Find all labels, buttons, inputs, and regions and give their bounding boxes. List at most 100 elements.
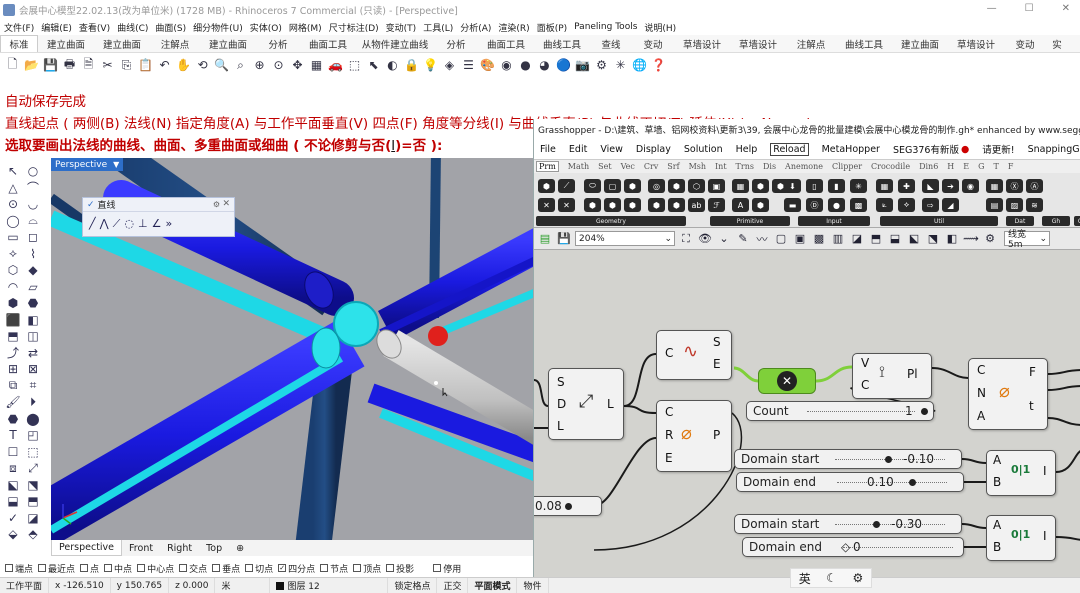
gh-component-icon[interactable]: ✳ bbox=[850, 179, 867, 193]
gh-component-icon[interactable]: ⬢ bbox=[538, 179, 555, 193]
minimize-button[interactable]: — bbox=[987, 3, 997, 14]
preview-selected-icon[interactable]: ▩ bbox=[811, 231, 827, 247]
gh-cap-component[interactable]: C N A ⌀ F t bbox=[968, 358, 1048, 430]
line-tangent-icon[interactable]: ◌ bbox=[124, 217, 134, 231]
rhino-menu-item[interactable]: 分析(A) bbox=[460, 21, 491, 34]
gh-component-icon[interactable]: ▦ bbox=[732, 179, 749, 193]
osnap-item[interactable]: 顶点 bbox=[353, 562, 381, 575]
osnap-checkbox[interactable] bbox=[212, 564, 221, 572]
gh-canvas[interactable]: S D L ⤢ L C ∿ S E ✕ V C ⟟ Pl Count 1 C R… bbox=[534, 250, 1080, 577]
rectangle-icon[interactable]: ▭ bbox=[4, 228, 22, 246]
rhino-menu-item[interactable]: 面板(P) bbox=[537, 21, 567, 34]
rhino-tab[interactable]: 建立曲面 bbox=[38, 35, 94, 52]
array-icon[interactable]: ⊞ bbox=[4, 360, 22, 378]
port-s-out[interactable]: S bbox=[713, 335, 721, 349]
osnap-checkbox[interactable] bbox=[433, 564, 442, 572]
gh-component-icon[interactable]: ▬ bbox=[784, 198, 801, 212]
gh-component-icon[interactable]: ⟋ bbox=[558, 179, 575, 193]
play-icon[interactable]: ⏵ bbox=[24, 393, 42, 411]
gh-category-tab[interactable]: Srf bbox=[667, 162, 679, 171]
tab-top[interactable]: Top bbox=[199, 540, 229, 556]
tab-perspective[interactable]: Perspective bbox=[51, 540, 123, 556]
osnap-checkbox[interactable] bbox=[353, 564, 362, 572]
move-icon[interactable]: ✥ bbox=[289, 57, 306, 74]
arc-3pt-icon[interactable]: ⌓ bbox=[24, 212, 42, 230]
gh-save-icon[interactable]: 💾 bbox=[556, 231, 572, 247]
panel-close-icon[interactable]: ✕ bbox=[222, 199, 230, 209]
gh-ribbon-group-label[interactable]: Dat bbox=[1006, 216, 1034, 226]
status-ortho[interactable]: 正交 bbox=[437, 577, 469, 593]
gh-component-icon[interactable]: ⬇ bbox=[784, 179, 801, 193]
port-t-out[interactable]: t bbox=[1029, 399, 1034, 413]
rhino-menu-item[interactable]: 尺寸标注(D) bbox=[329, 21, 379, 34]
gh-menu-seg[interactable]: SEG376有新版 bbox=[893, 142, 959, 156]
gh-category-tab[interactable]: Prm bbox=[536, 161, 559, 172]
port-b[interactable]: B bbox=[993, 475, 1001, 489]
color-wheel-icon[interactable]: ◉ bbox=[498, 57, 515, 74]
osnap-checkbox[interactable] bbox=[5, 564, 13, 572]
gh-component-icon[interactable]: ⟀ bbox=[876, 198, 893, 212]
status-osnap[interactable]: 物件 bbox=[517, 577, 549, 593]
gh-component-icon[interactable]: A bbox=[732, 198, 749, 212]
domain-start-slider-2[interactable]: Domain start -0.30 bbox=[734, 514, 962, 534]
curve-icon[interactable]: ◡ bbox=[24, 195, 42, 213]
point-icon[interactable]: ○ bbox=[24, 162, 42, 180]
gh-category-tab[interactable]: E bbox=[963, 162, 969, 171]
rhino-menu-item[interactable]: 变动(T) bbox=[386, 21, 417, 34]
port-c[interactable]: C bbox=[861, 378, 869, 392]
dimension-icon[interactable]: ◰ bbox=[24, 426, 42, 444]
gh-construct-domain-component[interactable]: A B 0|1 I bbox=[986, 450, 1056, 496]
more-icon[interactable]: » bbox=[165, 217, 172, 231]
car-icon[interactable]: 🚗 bbox=[327, 57, 344, 74]
open-file-icon[interactable]: ▤ bbox=[537, 231, 553, 247]
freeform-icon[interactable]: ⌇ bbox=[24, 245, 42, 263]
gh-component-icon[interactable]: ⬡ bbox=[688, 179, 705, 193]
count-slider[interactable]: Count 1 bbox=[746, 401, 934, 421]
gh-category-tab[interactable]: Math bbox=[568, 162, 589, 171]
osnap-checkbox[interactable] bbox=[320, 564, 329, 572]
group-icon[interactable]: ⬚ bbox=[24, 443, 42, 461]
rhino-tab[interactable]: 曲线工具 bbox=[836, 35, 892, 52]
fillet-icon[interactable]: ◠ bbox=[4, 278, 22, 296]
preview-shaded-icon[interactable]: ▣ bbox=[792, 231, 808, 247]
gh-polyline-component[interactable]: V C ⟟ Pl bbox=[852, 353, 932, 399]
material-icon[interactable]: 🎨 bbox=[479, 57, 496, 74]
osnap-item[interactable]: 中心点 bbox=[137, 562, 174, 575]
gh-category-tab[interactable]: Dis bbox=[763, 162, 776, 171]
scale-icon[interactable]: ⤢ bbox=[24, 459, 42, 477]
gh-component-icon[interactable]: ⟡ bbox=[898, 198, 915, 212]
shaded-sphere-icon[interactable]: ◕ bbox=[536, 57, 553, 74]
pan-hand-icon[interactable]: ✋ bbox=[175, 57, 192, 74]
join-icon[interactable]: ⌗ bbox=[24, 377, 42, 395]
add-viewport-tab-icon[interactable]: ⊕ bbox=[229, 540, 251, 556]
surface-edge-icon[interactable]: ◧ bbox=[24, 311, 42, 329]
rhino-menu-item[interactable]: 说明(H) bbox=[644, 21, 676, 34]
status-cplane[interactable]: 工作平面 bbox=[0, 577, 50, 593]
sketch-pen-icon[interactable]: ✎ bbox=[735, 231, 751, 247]
cluster-icon[interactable]: ⬓ bbox=[887, 231, 903, 247]
diamond-icon[interactable]: ◆ bbox=[24, 261, 42, 279]
grid-icon[interactable]: ▦ bbox=[308, 57, 325, 74]
wire-mode-dropdown[interactable]: 线宽5m ⌄ bbox=[1004, 230, 1050, 250]
cut-icon[interactable]: ✂ bbox=[99, 57, 116, 74]
rotate-view-icon[interactable]: ⟲ bbox=[194, 57, 211, 74]
gh-component-icon[interactable]: ✚ bbox=[898, 179, 915, 193]
solid-icon[interactable]: ⬣ bbox=[4, 410, 22, 428]
rhino-tab[interactable]: 变动 bbox=[632, 35, 674, 52]
rhino-menu-item[interactable]: 实体(O) bbox=[250, 21, 282, 34]
gh-component-icon[interactable]: ▣ bbox=[708, 179, 725, 193]
gh-component-icon[interactable]: ≋ bbox=[1026, 198, 1043, 212]
preview-eye-icon[interactable]: 👁 bbox=[697, 231, 713, 247]
osnap-checkbox[interactable]: ✓ bbox=[278, 564, 287, 572]
close-button[interactable]: ✕ bbox=[1062, 3, 1070, 14]
rhino-tab[interactable]: 草墙设计 bbox=[948, 35, 1004, 52]
port-s[interactable]: S bbox=[557, 375, 565, 389]
gh-component-icon[interactable]: ▢ bbox=[604, 179, 621, 193]
light-bulb-icon[interactable]: 💡 bbox=[422, 57, 439, 74]
status-layer[interactable]: 图层 12 bbox=[270, 577, 389, 593]
rhino-tab[interactable]: 注解点 bbox=[786, 35, 836, 52]
rhino-tab[interactable]: 曲线工具 bbox=[534, 35, 590, 52]
gh-component-icon[interactable]: ab bbox=[688, 198, 705, 212]
osnap-checkbox[interactable] bbox=[104, 564, 113, 572]
gh-component-icon[interactable]: ▤ bbox=[986, 198, 1003, 212]
